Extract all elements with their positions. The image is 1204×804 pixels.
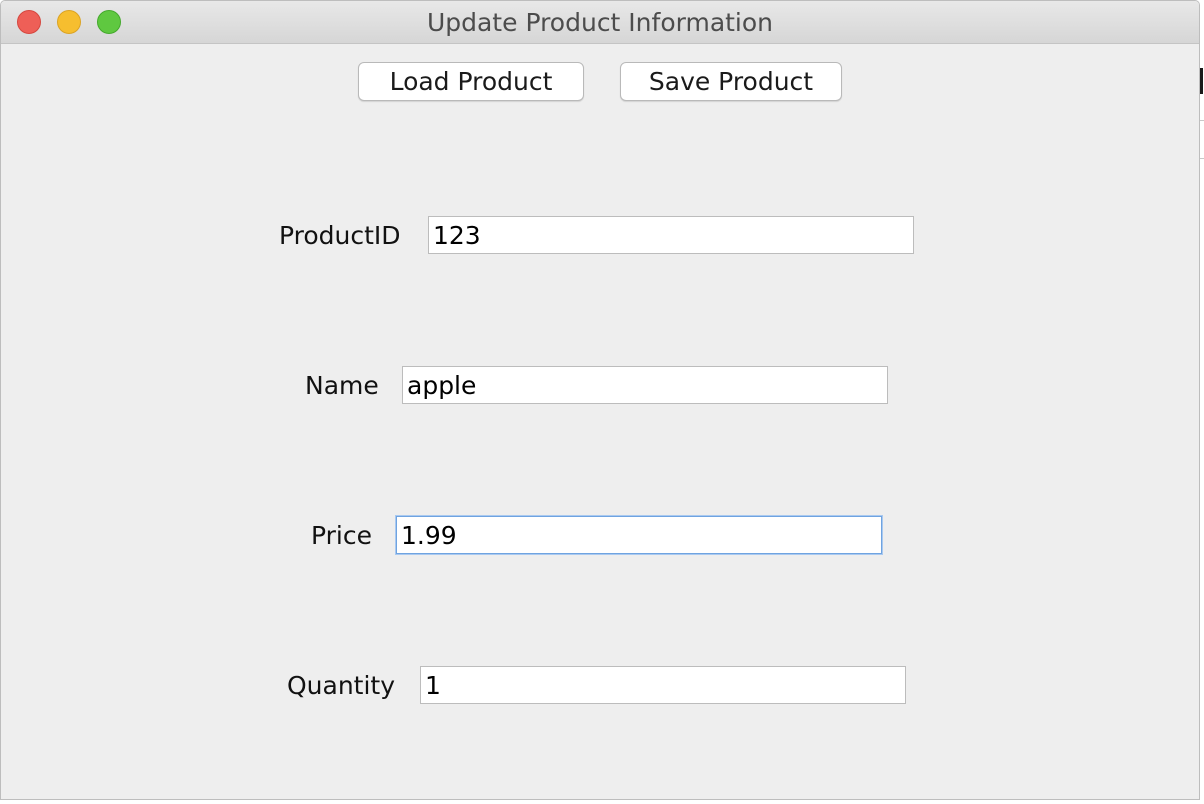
window-title: Update Product Information — [426, 8, 774, 37]
product-id-field[interactable] — [428, 216, 914, 254]
quantity-label: Quantity — [287, 671, 396, 700]
quantity-field[interactable] — [420, 666, 906, 704]
save-product-button[interactable]: Save Product — [620, 62, 842, 101]
product-id-label: ProductID — [279, 221, 401, 250]
price-field[interactable] — [396, 516, 882, 554]
price-label: Price — [311, 521, 372, 550]
name-field[interactable] — [402, 366, 888, 404]
title-bar[interactable]: Update Product Information — [1, 1, 1199, 44]
background-window-edge — [1200, 68, 1203, 94]
name-label: Name — [305, 371, 379, 400]
app-window: Update Product Information Load Product … — [0, 0, 1200, 800]
background-divider — [1200, 120, 1204, 121]
background-divider — [1200, 158, 1204, 159]
load-product-button[interactable]: Load Product — [358, 62, 584, 101]
